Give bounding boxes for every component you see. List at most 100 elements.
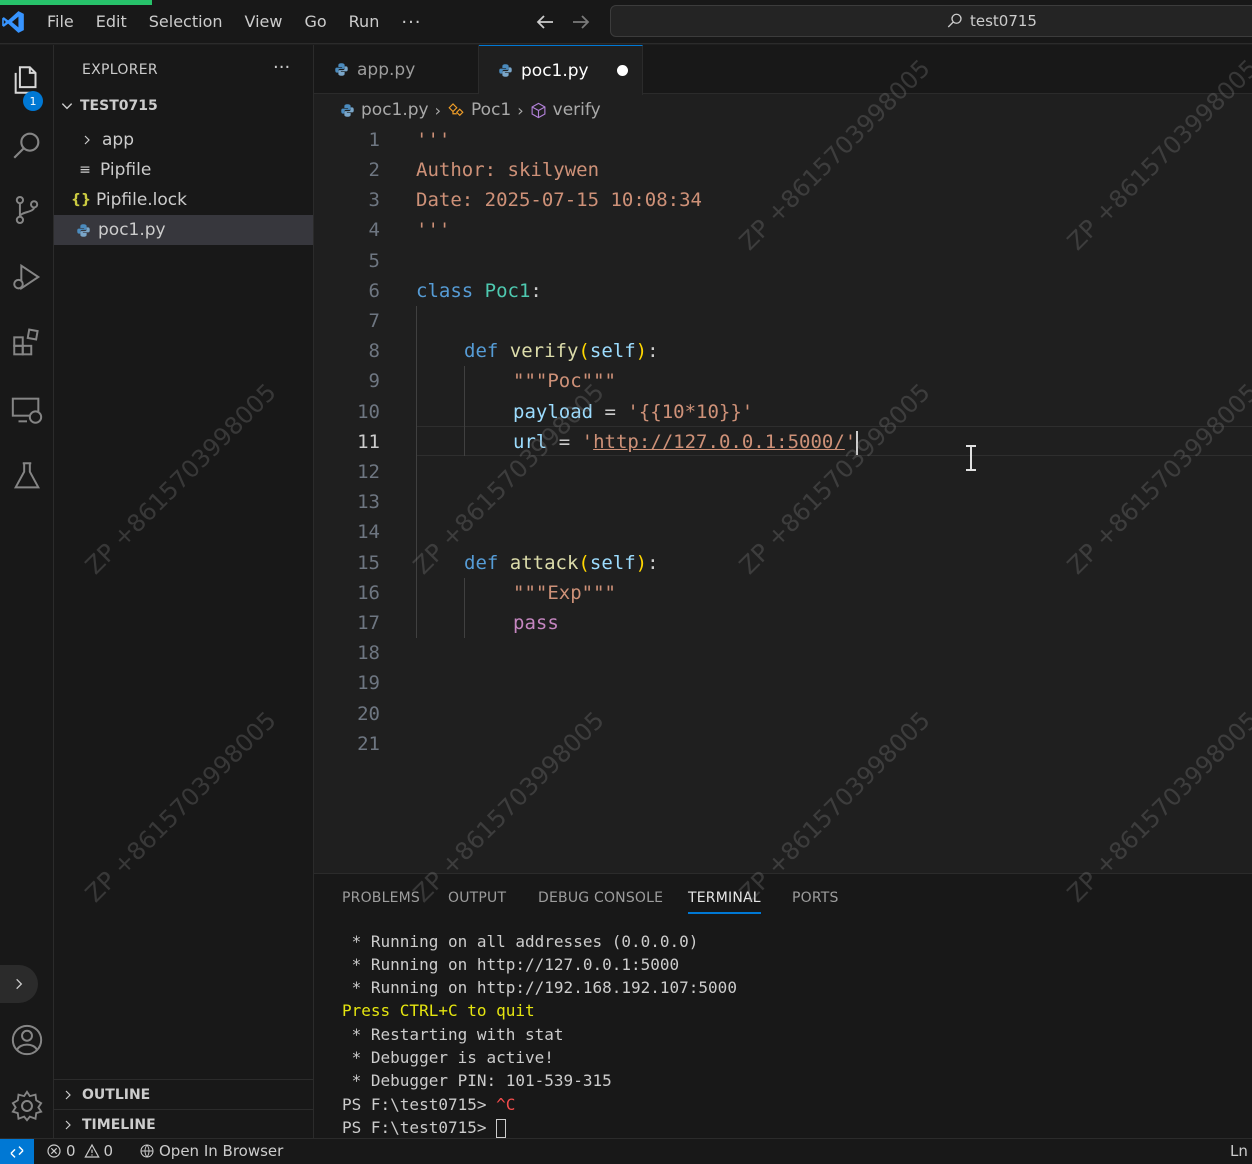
chevron-right-icon: › — [434, 100, 442, 120]
tab-output[interactable]: OUTPUT — [448, 890, 506, 906]
code-editor[interactable]: 1 2 3 4 5 6 7 8 9 10 11 12 13 14 15 16 1… — [314, 124, 1252, 872]
chevron-right-icon: › — [517, 100, 524, 120]
tab-app-py[interactable]: app.py — [314, 45, 479, 94]
tree-item-pipfile-lock[interactable]: {} Pipfile.lock — [54, 185, 313, 215]
breadcrumb: poc1.py › Poc1 › verify — [340, 98, 601, 122]
run-debug-activity[interactable] — [0, 252, 54, 302]
breadcrumb-class[interactable]: Poc1 — [471, 100, 511, 120]
remote-indicator[interactable] — [0, 1139, 34, 1164]
code-line: def attack(self): — [464, 552, 659, 574]
code-line: payload = '{{10*10}}' — [513, 401, 754, 423]
class-icon — [448, 103, 464, 117]
open-in-browser-label: Open In Browser — [159, 1142, 284, 1160]
run-debug-icon — [13, 263, 41, 291]
tab-poc1-py[interactable]: poc1.py — [479, 45, 643, 95]
line-number: 1 — [368, 129, 380, 151]
line-number: 17 — [357, 612, 380, 634]
tab-problems[interactable]: PROBLEMS — [342, 890, 420, 906]
line-number: 16 — [357, 582, 380, 604]
url-link[interactable]: http://127.0.0.1:5000/ — [593, 431, 845, 453]
line-number: 5 — [368, 250, 380, 272]
menu-run[interactable]: Run — [338, 0, 391, 44]
gear-icon — [11, 1090, 43, 1122]
problems-status[interactable]: 0 0 — [46, 1142, 113, 1160]
terminal-line: * Running on all addresses (0.0.0.0) — [342, 932, 699, 951]
tree-item-pipfile[interactable]: ≡ Pipfile — [54, 155, 313, 185]
line-number: 13 — [357, 491, 380, 513]
text-cursor-icon — [966, 445, 976, 471]
line-number: 12 — [357, 461, 380, 483]
back-arrow-icon[interactable] — [533, 10, 557, 34]
outline-section[interactable]: OUTLINE — [54, 1079, 313, 1109]
tab-debug-console[interactable]: DEBUG CONSOLE — [538, 890, 663, 906]
panel-toggle-button[interactable] — [0, 965, 38, 1003]
line-number: 3 — [368, 189, 380, 211]
remote-icon — [10, 1146, 24, 1158]
chevron-right-icon — [65, 1090, 71, 1099]
tree-item-label: poc1.py — [98, 220, 166, 240]
line-number: 21 — [357, 733, 380, 755]
method-icon — [531, 102, 546, 118]
tree-item-label: app — [102, 130, 134, 150]
unsaved-dot-icon[interactable] — [617, 65, 628, 76]
globe-icon — [140, 1144, 154, 1158]
text-caret — [856, 430, 859, 455]
tree-item-label: Pipfile.lock — [96, 190, 188, 210]
search-icon — [13, 132, 40, 159]
terminal-prompt[interactable]: PS F:\test0715> — [342, 1116, 507, 1139]
remote-explorer-activity[interactable] — [0, 385, 54, 435]
error-icon — [47, 1144, 61, 1158]
forward-arrow-icon[interactable] — [569, 10, 593, 34]
terminal-line: * Debugger is active! — [342, 1048, 554, 1067]
accounts-activity[interactable] — [0, 1015, 54, 1065]
command-center[interactable]: test0715 — [610, 5, 1252, 37]
cursor-position-status[interactable]: Ln — [1230, 1142, 1248, 1160]
menu-selection[interactable]: Selection — [138, 0, 234, 44]
python-file-icon — [499, 64, 512, 77]
tree-item-poc1-py[interactable]: poc1.py — [54, 215, 313, 245]
activity-bar: 1 — [0, 45, 54, 1138]
tree-item-app[interactable]: app — [54, 125, 313, 155]
breadcrumb-file[interactable]: poc1.py — [361, 100, 429, 120]
menu-go[interactable]: Go — [293, 0, 337, 44]
extensions-activity[interactable] — [0, 318, 54, 368]
code-line: url = 'http://127.0.0.1:5000/' — [513, 430, 859, 455]
manage-activity[interactable] — [0, 1081, 54, 1131]
terminal-line: Press CTRL+C to quit — [342, 1001, 535, 1020]
line-number: 8 — [368, 340, 380, 362]
python-file-icon — [341, 103, 354, 117]
open-in-browser-button[interactable]: Open In Browser — [139, 1142, 283, 1160]
cursor-position-label: Ln — [1230, 1142, 1248, 1160]
python-file-icon — [335, 63, 348, 76]
source-control-activity[interactable] — [0, 185, 54, 235]
json-file-icon: {} — [71, 192, 91, 208]
chevron-down-icon — [61, 103, 73, 110]
menu-file[interactable]: File — [36, 0, 85, 44]
outline-label: OUTLINE — [82, 1086, 151, 1103]
timeline-section[interactable]: TIMELINE — [54, 1109, 313, 1139]
terminal-cursor — [496, 1119, 507, 1138]
terminal-line: * Restarting with stat — [342, 1025, 564, 1044]
tab-ports[interactable]: PORTS — [792, 890, 839, 906]
workspace-root[interactable]: TEST0715 — [60, 98, 158, 114]
chevron-right-icon — [78, 134, 96, 146]
breadcrumb-method[interactable]: verify — [553, 100, 601, 120]
line-number: 10 — [357, 401, 380, 423]
explorer-activity[interactable]: 1 — [0, 55, 54, 111]
line-number: 14 — [357, 521, 380, 543]
search-activity[interactable] — [0, 120, 54, 170]
tab-terminal[interactable]: TERMINAL — [688, 890, 761, 914]
sidebar-more-button[interactable]: ··· — [273, 57, 290, 78]
search-icon — [947, 13, 962, 28]
menu-view[interactable]: View — [234, 0, 294, 44]
menu-more-button[interactable]: ··· — [390, 12, 432, 33]
testing-activity[interactable] — [0, 451, 54, 501]
menu-edit[interactable]: Edit — [85, 0, 138, 44]
line-number-current: 11 — [357, 431, 380, 453]
status-bar: 0 0 Open In Browser Ln — [0, 1138, 1252, 1164]
line-number: 20 — [357, 703, 380, 725]
code-line: """Exp""" — [513, 582, 616, 604]
timeline-label: TIMELINE — [82, 1116, 156, 1133]
code-line: pass — [513, 612, 559, 634]
title-bar: File Edit Selection View Go Run ··· test… — [0, 0, 1252, 44]
